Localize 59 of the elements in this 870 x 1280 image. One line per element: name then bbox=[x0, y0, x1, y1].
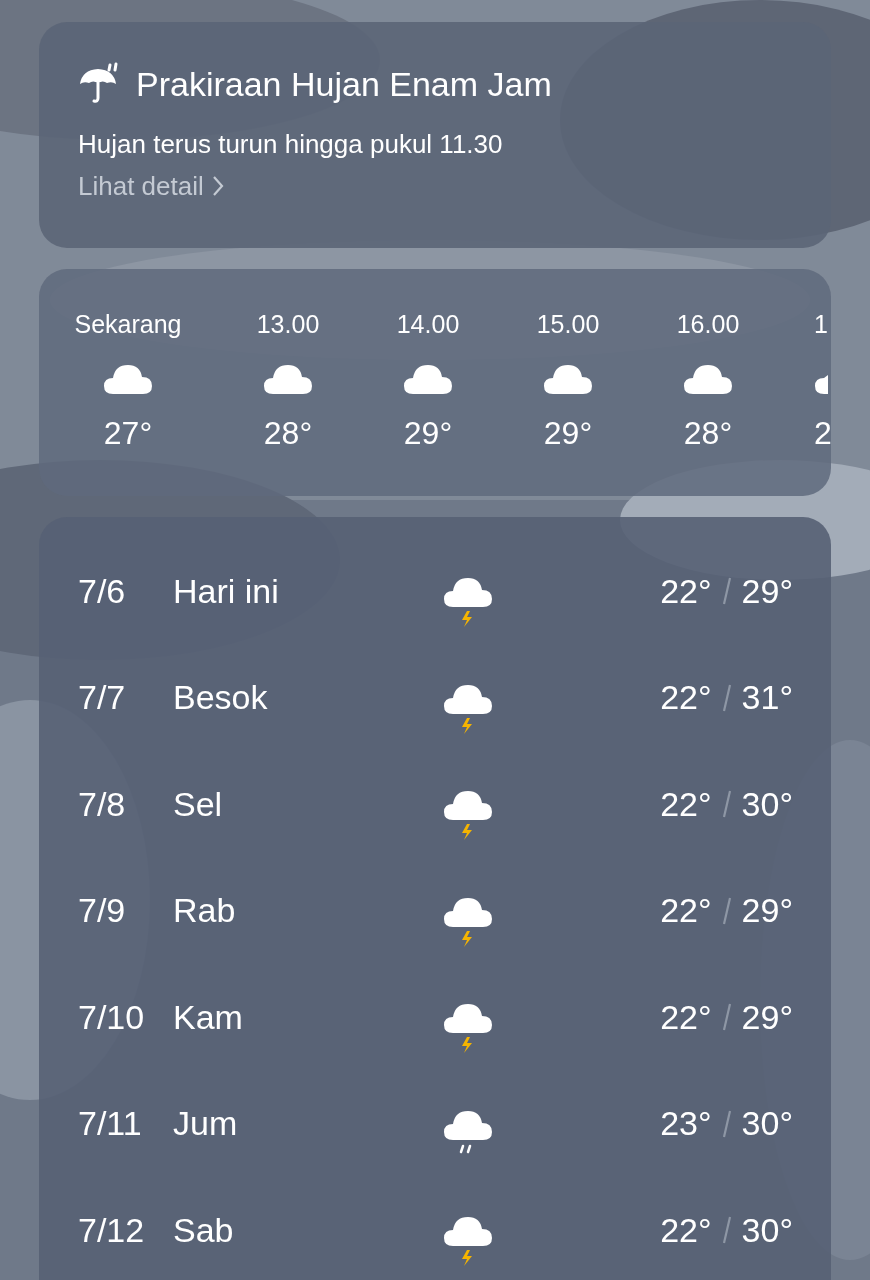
cloud-icon bbox=[103, 363, 153, 395]
hour-temperature: 28° bbox=[683, 415, 733, 451]
cloud-icon bbox=[263, 363, 313, 395]
date-label: 7/8 bbox=[78, 783, 127, 825]
high-temperature: 30° bbox=[741, 783, 793, 825]
hour-label: 13.00 bbox=[256, 309, 320, 339]
hour-label: 15.00 bbox=[536, 309, 600, 339]
hour-label: 14.00 bbox=[396, 309, 460, 339]
low-temperature: 22° bbox=[660, 1209, 712, 1251]
date-label: 7/7 bbox=[78, 677, 127, 719]
hour-temperature: 2 bbox=[814, 415, 831, 451]
see-detail-link[interactable]: Lihat detail bbox=[78, 170, 224, 202]
low-temperature: 22° bbox=[660, 996, 712, 1038]
hour-label: 16.00 bbox=[676, 309, 740, 339]
high-temperature: 30° bbox=[741, 1103, 793, 1145]
thunderstorm-icon bbox=[443, 895, 493, 948]
day-label: Kam bbox=[173, 996, 244, 1038]
day-label: Hari ini bbox=[173, 570, 280, 612]
hour-temperature: 27° bbox=[103, 415, 153, 451]
date-label: 7/9 bbox=[78, 890, 127, 932]
day-label: Besok bbox=[173, 677, 269, 719]
day-label: Rab bbox=[173, 890, 237, 932]
day-label: Sab bbox=[173, 1209, 235, 1251]
thunderstorm-icon bbox=[443, 682, 493, 735]
high-temperature: 29° bbox=[741, 890, 793, 932]
slash-divider-icon bbox=[721, 577, 732, 606]
slash-divider-icon bbox=[721, 790, 732, 819]
low-temperature: 22° bbox=[660, 890, 712, 932]
slash-divider-icon bbox=[721, 1109, 732, 1138]
hour-temperature: 29° bbox=[543, 415, 593, 451]
hour-temperature: 29° bbox=[403, 415, 453, 451]
cloud-icon bbox=[403, 363, 453, 395]
date-label: 7/11 bbox=[78, 1103, 143, 1145]
slash-divider-icon bbox=[721, 1003, 732, 1032]
hour-temperature: 28° bbox=[263, 415, 313, 451]
slash-divider-icon bbox=[721, 683, 732, 712]
chevron-right-icon bbox=[211, 175, 224, 197]
rain-message: Hujan terus turun hingga pukul 11.30 bbox=[78, 128, 504, 160]
cloud-icon bbox=[814, 375, 828, 395]
low-temperature: 22° bbox=[660, 570, 712, 612]
cloud-icon bbox=[683, 363, 733, 395]
low-temperature: 22° bbox=[660, 783, 712, 825]
low-temperature: 23° bbox=[660, 1103, 712, 1145]
low-temperature: 22° bbox=[660, 677, 712, 719]
slash-divider-icon bbox=[721, 896, 732, 925]
cloud-icon bbox=[543, 363, 593, 395]
date-label: 7/10 bbox=[78, 996, 146, 1038]
hour-label: Sekarang bbox=[74, 309, 182, 339]
high-temperature: 29° bbox=[741, 996, 793, 1038]
date-label: 7/6 bbox=[78, 570, 127, 612]
hour-label: 1 bbox=[814, 309, 828, 339]
day-label: Sel bbox=[173, 783, 224, 825]
card-title: Prakiraan Hujan Enam Jam bbox=[136, 67, 552, 101]
high-temperature: 30° bbox=[741, 1209, 793, 1251]
high-temperature: 31° bbox=[741, 677, 793, 719]
slash-divider-icon bbox=[721, 1216, 732, 1245]
day-label: Jum bbox=[173, 1103, 239, 1145]
date-label: 7/12 bbox=[78, 1209, 146, 1251]
high-temperature: 29° bbox=[741, 570, 793, 612]
